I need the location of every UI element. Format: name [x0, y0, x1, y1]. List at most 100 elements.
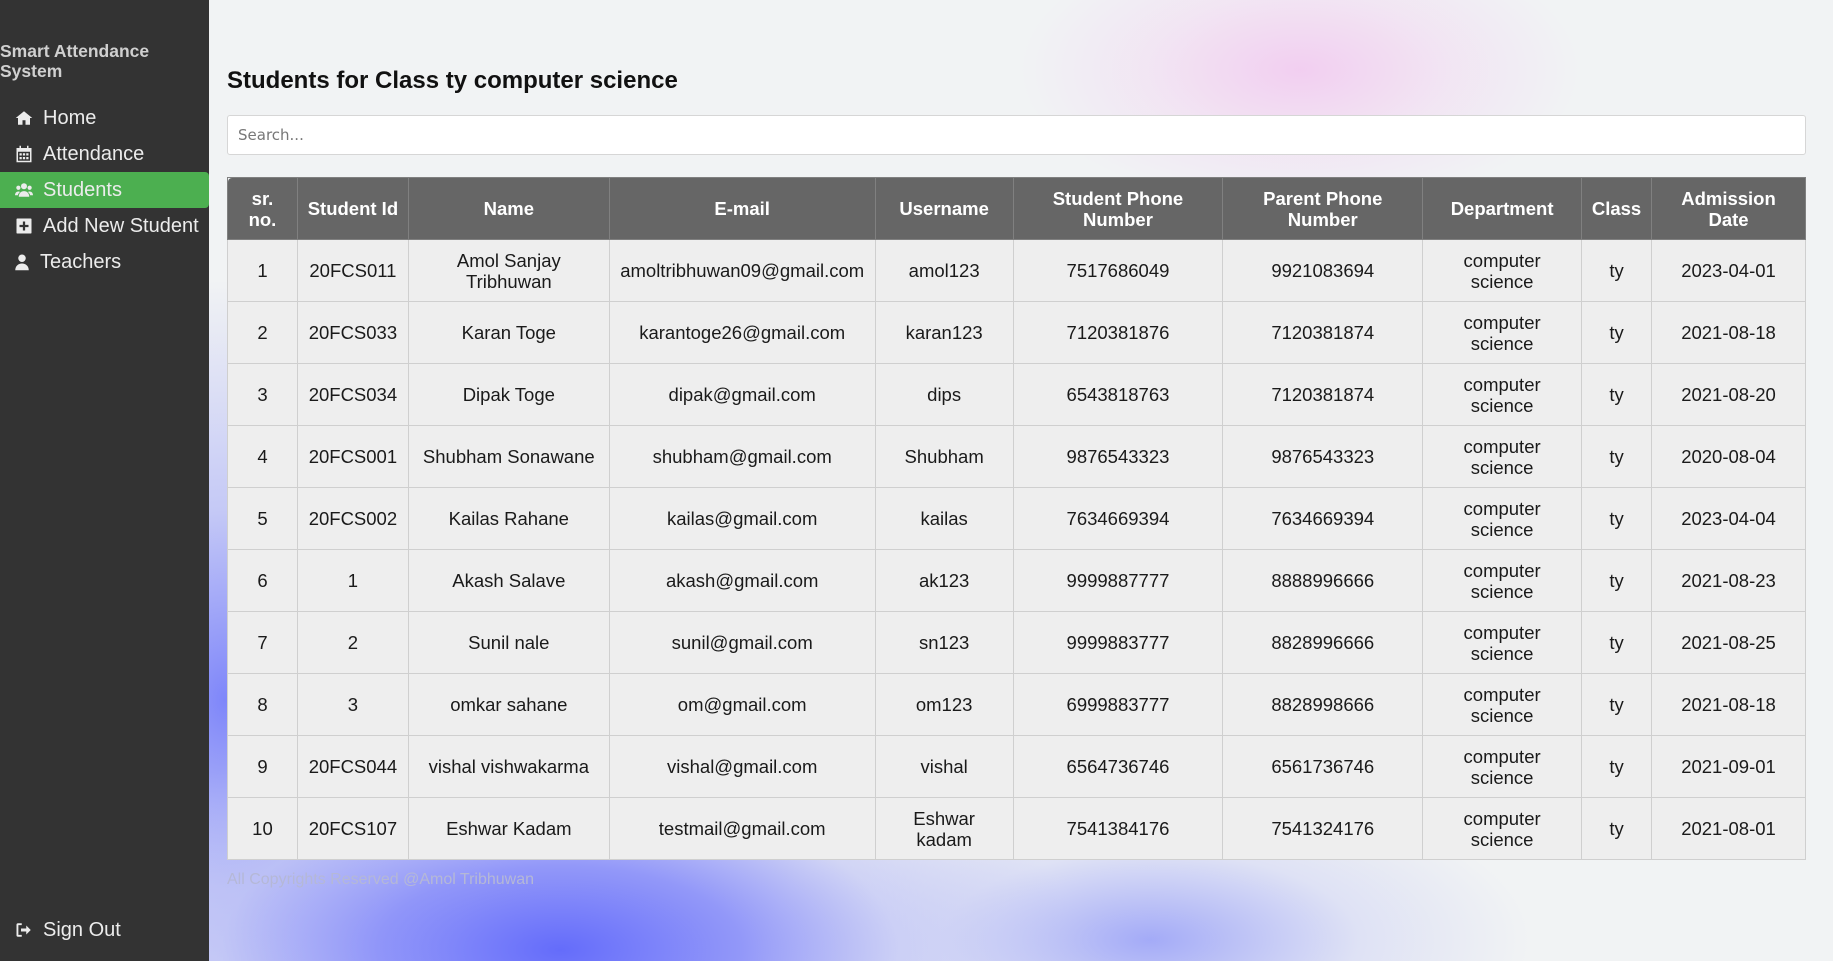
header-parent-phone: Parent Phone Number	[1222, 177, 1424, 240]
cell-email: sunil@gmail.com	[608, 611, 876, 674]
cell-username: amol123	[874, 239, 1014, 302]
cell-parent-phone: 6561736746	[1222, 735, 1424, 798]
header-email: E-mail	[608, 177, 876, 240]
cell-student-phone: 6999883777	[1012, 673, 1224, 736]
cell-name: Kailas Rahane	[407, 487, 610, 550]
cell-class: ty	[1581, 425, 1653, 488]
cell-admission-date: 2021-08-18	[1651, 673, 1806, 736]
cell-parent-phone: 8888996666	[1222, 549, 1424, 612]
cell-student-phone: 9876543323	[1012, 425, 1224, 488]
cell-student-phone: 9999883777	[1012, 611, 1224, 674]
footer-copyright: All Copyrights Reserved @Amol Tribhuwan	[227, 871, 535, 888]
table-row: 4 20FCS001 Shubham Sonawane shubham@gmail.c…	[227, 425, 1806, 488]
sidebar-item-attendance[interactable]: Attendance	[0, 136, 209, 172]
cell-admission-date: 2023-04-01	[1651, 239, 1806, 302]
cell-email: amoltribhuwan09@gmail.com	[608, 239, 876, 302]
table-row: 2 20FCS033 Karan Toge karantoge26@gmail.com…	[227, 301, 1806, 364]
cell-admission-date: 2021-09-01	[1651, 735, 1806, 798]
cell-parent-phone: 7120381874	[1222, 301, 1424, 364]
cell-admission-date: 2021-08-23	[1651, 549, 1806, 612]
cell-parent-phone: 9876543323	[1222, 425, 1424, 488]
cell-sr-no: 7	[227, 611, 298, 674]
cell-class: ty	[1581, 673, 1653, 736]
cell-username: kailas	[874, 487, 1014, 550]
search-input[interactable]	[227, 115, 1806, 155]
cell-parent-phone: 8828998666	[1222, 673, 1424, 736]
sidebar-item-students[interactable]: Students	[0, 172, 209, 208]
cell-department: computer science	[1422, 673, 1583, 736]
cell-username: Eshwar kadam	[874, 797, 1014, 860]
header-student-id: Student Id	[296, 177, 409, 240]
plus-square-icon	[14, 216, 34, 236]
cell-student-id: 20FCS001	[296, 425, 409, 488]
cell-sr-no: 4	[227, 425, 298, 488]
sidebar-item-add-new-student[interactable]: Add New Student	[0, 208, 209, 244]
cell-class: ty	[1581, 549, 1653, 612]
sidebar-item-home[interactable]: Home	[0, 100, 209, 136]
sidebar-item-label: Students	[43, 178, 122, 201]
cell-username: vishal	[874, 735, 1014, 798]
header-class: Class	[1581, 177, 1653, 240]
cell-username: dips	[874, 363, 1014, 426]
cell-student-id: 20FCS044	[296, 735, 409, 798]
header-student-phone: Student Phone Number	[1012, 177, 1224, 240]
sidebar-item-label: Home	[43, 106, 97, 129]
sign-out-icon	[14, 920, 34, 940]
cell-email: shubham@gmail.com	[608, 425, 876, 488]
home-icon	[14, 108, 34, 128]
page-title: Students for Class ty computer science	[227, 67, 678, 94]
cell-class: ty	[1581, 611, 1653, 674]
cell-name: Shubham Sonawane	[407, 425, 610, 488]
sign-out-button[interactable]: Sign Out	[0, 913, 121, 947]
cell-student-id: 20FCS033	[296, 301, 409, 364]
cell-department: computer science	[1422, 549, 1583, 612]
cell-name: Amol Sanjay Tribhuwan	[407, 239, 610, 302]
cell-parent-phone: 7541324176	[1222, 797, 1424, 860]
cell-username: sn123	[874, 611, 1014, 674]
cell-student-phone: 6543818763	[1012, 363, 1224, 426]
cell-class: ty	[1581, 239, 1653, 302]
table-row: 7 2 Sunil nale sunil@gmail.com sn123 99998837…	[227, 611, 1806, 674]
cell-email: om@gmail.com	[608, 673, 876, 736]
cell-department: computer science	[1422, 797, 1583, 860]
sidebar-item-label: Teachers	[40, 250, 122, 273]
cell-department: computer science	[1422, 487, 1583, 550]
cell-department: computer science	[1422, 735, 1583, 798]
cell-sr-no: 3	[227, 363, 298, 426]
cell-student-id: 20FCS002	[296, 487, 409, 550]
cell-student-id: 2	[296, 611, 409, 674]
cell-name: Dipak Toge	[407, 363, 610, 426]
cell-class: ty	[1581, 301, 1653, 364]
students-table: sr. no. Student Id Name E-mail Username …	[227, 177, 1806, 860]
cell-admission-date: 2021-08-01	[1651, 797, 1806, 860]
table-row: 8 3 omkar sahane om@gmail.com om123 699988377…	[227, 673, 1806, 736]
table-row: 10 20FCS107 Eshwar Kadam testmail@gmail.com…	[227, 797, 1806, 860]
cell-student-phone: 7634669394	[1012, 487, 1224, 550]
user-icon	[12, 252, 32, 272]
cell-class: ty	[1581, 797, 1653, 860]
cell-email: testmail@gmail.com	[608, 797, 876, 860]
cell-sr-no: 5	[227, 487, 298, 550]
cell-sr-no: 10	[227, 797, 298, 860]
sidebar-item-teachers[interactable]: Teachers	[0, 244, 209, 280]
table-body: 1 20FCS011 Amol Sanjay Tribhuwan amoltribhu…	[227, 239, 1806, 860]
sidebar-item-label: Add New Student	[43, 214, 199, 237]
cell-admission-date: 2023-04-04	[1651, 487, 1806, 550]
cell-class: ty	[1581, 363, 1653, 426]
cell-name: Sunil nale	[407, 611, 610, 674]
cell-parent-phone: 8828996666	[1222, 611, 1424, 674]
cell-sr-no: 1	[227, 239, 298, 302]
cell-sr-no: 2	[227, 301, 298, 364]
cell-username: om123	[874, 673, 1014, 736]
table-header-row: sr. no. Student Id Name E-mail Username …	[227, 177, 1806, 240]
cell-department: computer science	[1422, 239, 1583, 302]
sidebar-item-label: Attendance	[43, 142, 145, 165]
cell-student-id: 3	[296, 673, 409, 736]
table-row: 6 1 Akash Salave akash@gmail.com ak123 999988…	[227, 549, 1806, 612]
cell-class: ty	[1581, 487, 1653, 550]
cell-student-id: 20FCS034	[296, 363, 409, 426]
cell-name: Karan Toge	[407, 301, 610, 364]
sign-out-label: Sign Out	[43, 918, 121, 941]
cell-name: Eshwar Kadam	[407, 797, 610, 860]
cell-admission-date: 2020-08-04	[1651, 425, 1806, 488]
